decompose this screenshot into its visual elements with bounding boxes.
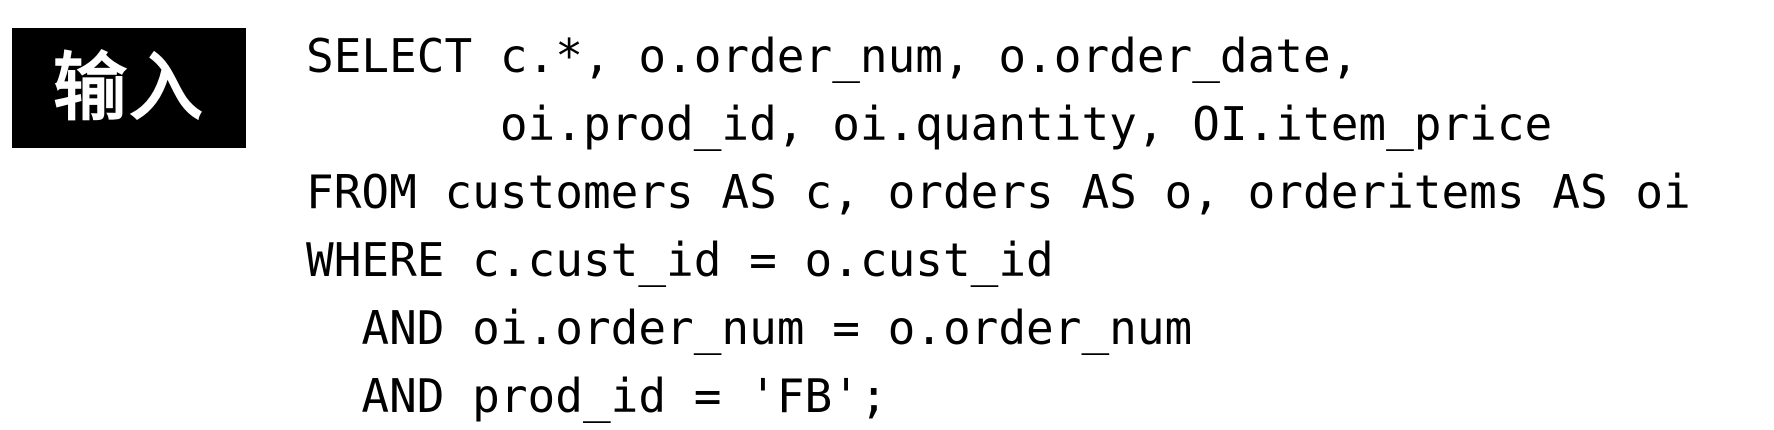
sql-code-block: SELECT c.*, o.order_num, o.order_date, o… [306, 22, 1691, 430]
input-label-badge: 输入 [12, 28, 246, 148]
code-line-3: FROM customers AS c, orders AS o, orderi… [306, 165, 1691, 219]
code-line-1: SELECT c.*, o.order_num, o.order_date, [306, 29, 1359, 83]
code-line-5: AND oi.order_num = o.order_num [306, 301, 1193, 355]
input-label-text: 输入 [53, 45, 205, 131]
code-line-4: WHERE c.cust_id = o.cust_id [306, 233, 1054, 287]
code-line-2: oi.prod_id, oi.quantity, OI.item_price [306, 97, 1553, 151]
code-line-6: AND prod_id = 'FB'; [306, 369, 888, 423]
